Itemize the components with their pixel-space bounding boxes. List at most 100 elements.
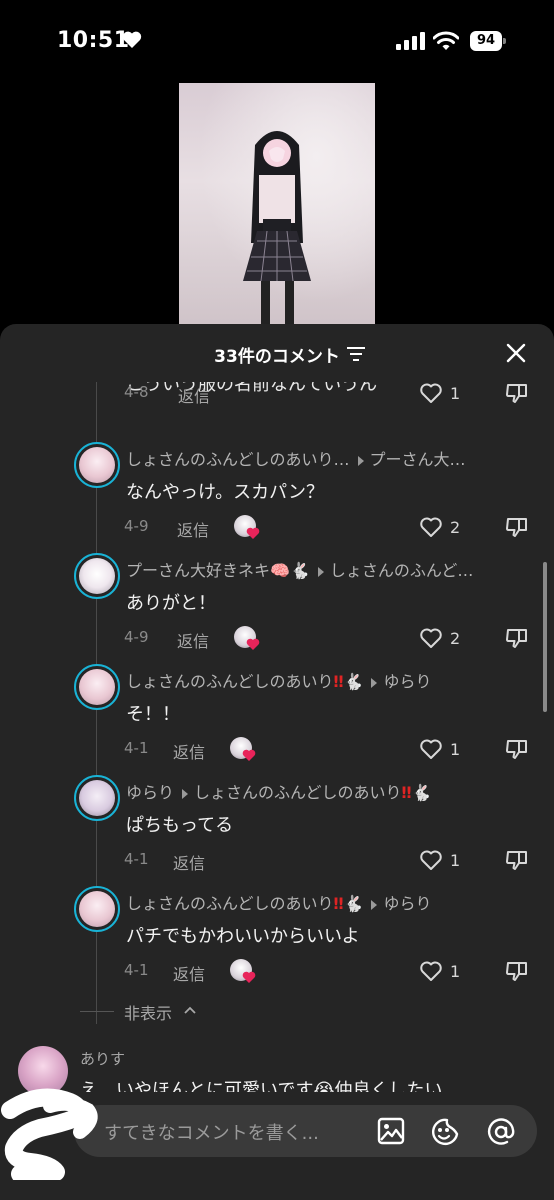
comment-input-placeholder: すてきなコメントを書く... [104,1123,319,1144]
reply-button[interactable]: 返信 [178,383,210,407]
video-preview[interactable] [179,83,375,328]
like-icon[interactable] [419,738,443,760]
reply-button[interactable]: 返信 [177,517,209,541]
reply-button[interactable]: 返信 [173,961,205,985]
creator-liked-badge [234,626,260,652]
like-icon[interactable] [419,516,443,538]
list-item: しょさんのふんどしのあいり‼🐇 ゆらり パチでもかわいいからいいよ 4-1 返信 … [0,886,554,997]
battery-tip [503,38,506,44]
heart-icon [122,31,142,48]
comment-input[interactable]: すてきなコメントを書く... [74,1105,537,1157]
dislike-icon[interactable] [505,626,529,650]
creator-liked-badge [234,515,260,541]
reply-header: しょさんのふんどしのあいり‼🐇 ゆらり [126,890,432,914]
reply-target[interactable]: しょさんのふんどしのあいり [194,783,402,802]
reply-target[interactable]: ゆらり [383,894,431,913]
list-item: プーさん大好きネキ🧠🐇 しょさんのふんど… ありがと！ 4-9 返信 2 [0,553,554,664]
status-time: 10:51 [57,28,130,53]
comment-date: 4-8 [124,383,149,401]
battery-level: 94 [470,31,502,51]
video-figure-image [243,131,311,328]
like-count: 2 [450,629,461,648]
heart-icon [246,527,260,539]
heart-icon [242,749,256,761]
reply-arrow-icon [182,788,189,799]
list-item: 4-8 返信 1 [0,382,554,419]
close-icon[interactable] [505,342,527,364]
username[interactable]: プーさん大好きネキ [126,561,270,580]
reply-target[interactable]: プーさん大… [370,450,466,469]
username[interactable]: しょさんのふんどしのあいり… [126,450,350,469]
image-icon[interactable] [377,1117,405,1145]
reply-arrow-icon [317,566,324,577]
dislike-icon[interactable] [505,848,529,872]
reply-button[interactable]: 返信 [173,850,205,874]
mention-icon[interactable] [486,1117,516,1147]
sort-filter-icon[interactable] [347,347,365,361]
reply-target[interactable]: しょさんのふんど… [330,561,474,580]
redaction-scribble [1,1088,98,1180]
reply-button[interactable]: 返信 [177,628,209,652]
like-icon[interactable] [419,960,443,982]
scrollbar[interactable] [543,562,547,712]
dislike-icon[interactable] [505,959,529,983]
reply-header: しょさんのふんどしのあいり… プーさん大… [126,446,466,470]
dislike-icon[interactable] [505,515,529,539]
like-count: 1 [450,962,461,981]
wifi-icon [433,31,459,50]
reply-header: ゆらり しょさんのふんどしのあいり‼🐇 [126,779,432,803]
like-count: 1 [450,851,461,870]
like-icon[interactable] [419,382,443,404]
emoji-icon[interactable] [430,1117,460,1147]
chevron-up-icon [184,1006,196,1014]
reply-header: プーさん大好きネキ🧠🐇 しょさんのふんど… [126,557,473,581]
creator-liked-badge [230,959,256,985]
dislike-icon[interactable] [505,737,529,761]
heart-icon [242,971,256,983]
comment-date: 4-9 [124,628,149,646]
comment-text: パチでもかわいいからいいよ [126,926,360,947]
comment-text: ありがと！ [126,593,216,614]
hide-replies-label: 非表示 [124,1004,173,1023]
status-bar: 10:51 94 [0,0,554,84]
comment-count-title: 33件のコメント [214,347,340,367]
like-count: 1 [450,384,461,403]
avatar[interactable] [74,553,120,599]
username[interactable]: ありす [80,1048,125,1069]
username-marks: 🧠🐇 [270,561,310,580]
like-count: 1 [450,740,461,759]
reply-arrow-icon [357,455,364,466]
comment-date: 4-1 [124,850,149,868]
username[interactable]: ゆらり [126,783,174,802]
avatar[interactable] [74,442,120,488]
reply-button[interactable]: 返信 [173,739,205,763]
list-item: しょさんのふんどしのあいり… プーさん大… なんやっけ。スカパン？ 4-9 返信 … [0,442,554,553]
comment-sheet-header: 33件のコメント [0,324,554,382]
list-item: ゆらり しょさんのふんどしのあいり‼🐇 ぱちもってる 4-1 返信 1 [0,775,554,886]
username-marks: ‼🐇 [333,672,364,691]
battery-indicator: 94 [470,31,506,51]
like-icon[interactable] [419,627,443,649]
like-icon[interactable] [419,849,443,871]
like-count: 2 [450,518,461,537]
list-item: しょさんのふんどしのあいり‼🐇 ゆらり そ！！ 4-1 返信 1 [0,664,554,775]
comment-text: ぱちもってる [126,815,234,836]
avatar[interactable] [74,886,120,932]
divider [80,1011,114,1012]
comment-sheet: 33件のコメント こういう服の名前なんていうん 4-8 返信 1 しょさんのふん… [0,324,554,1200]
signal-icon [396,32,425,50]
comment-date: 4-9 [124,517,149,535]
comment-date: 4-1 [124,961,149,979]
username[interactable]: しょさんのふんどしのあいり [126,894,334,913]
dislike-icon[interactable] [505,382,529,405]
avatar[interactable] [74,775,120,821]
reply-arrow-icon [371,677,378,688]
creator-liked-badge [230,737,256,763]
reply-target[interactable]: ゆらり [383,672,431,691]
comment-text: なんやっけ。スカパン？ [126,482,324,503]
hide-replies-button[interactable]: 非表示 [80,1000,280,1023]
comment-list: こういう服の名前なんていうん 4-8 返信 1 しょさんのふんどしのあいり… プー… [0,382,554,1142]
username[interactable]: しょさんのふんどしのあいり [126,672,334,691]
avatar[interactable] [74,664,120,710]
reply-arrow-icon [371,899,378,910]
